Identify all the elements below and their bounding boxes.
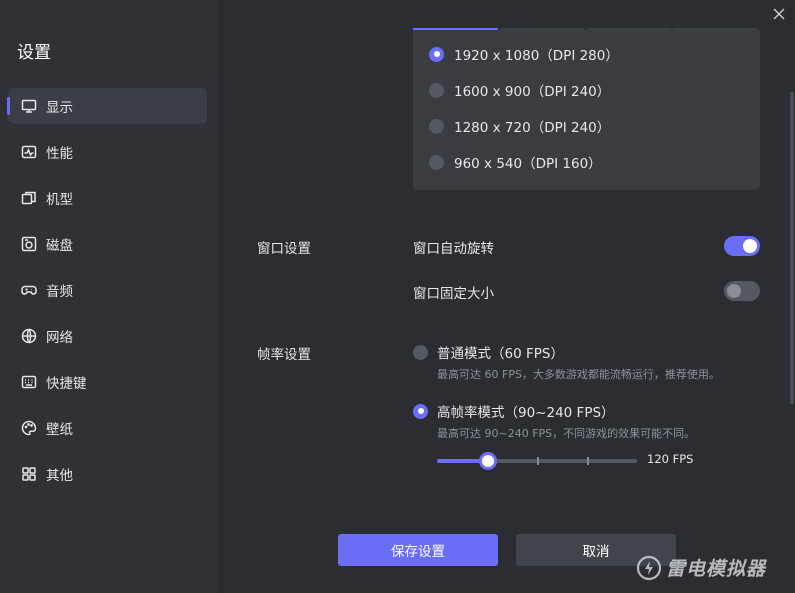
- resolution-option[interactable]: 1920 x 1080（DPI 280）: [429, 44, 619, 64]
- sidebar: 设置 显示 性能 机型 磁盘 音频 网络 快捷键 壁纸 其他: [0, 0, 217, 593]
- fps-slider-value: 120 FPS: [647, 452, 694, 466]
- grid-icon: [20, 465, 38, 483]
- sidebar-item-label: 网络: [46, 330, 73, 346]
- resolution-label: 1600 x 900（DPI 240）: [454, 84, 611, 100]
- resolution-option[interactable]: 1280 x 720（DPI 240）: [429, 116, 610, 136]
- radio-unselected[interactable]: [429, 154, 444, 170]
- fps-slider-tick: [587, 457, 589, 465]
- fps-slider[interactable]: [437, 452, 637, 470]
- high-fps-mode-option[interactable]: 高帧率模式（90~240 FPS）: [413, 401, 615, 421]
- close-icon: [773, 8, 785, 20]
- resolution-option[interactable]: 960 x 540（DPI 160）: [429, 152, 602, 172]
- sidebar-item-label: 音频: [46, 284, 73, 300]
- sidebar-item-label: 其他: [46, 468, 73, 484]
- gamepad-icon: [20, 281, 38, 299]
- sidebar-item-label: 快捷键: [46, 376, 87, 392]
- ldplayer-logo-icon: [636, 555, 662, 580]
- sidebar-item-audio[interactable]: 音频: [8, 272, 207, 308]
- device-model-icon: [20, 189, 38, 207]
- resolution-label: 1280 x 720（DPI 240）: [454, 120, 611, 136]
- fixed-size-toggle[interactable]: [724, 281, 760, 301]
- disk-icon: [20, 235, 38, 253]
- radio-selected[interactable]: [429, 46, 444, 62]
- sidebar-item-label: 显示: [46, 100, 73, 116]
- radio-unselected[interactable]: [413, 344, 428, 360]
- sidebar-item-network[interactable]: 网络: [8, 318, 207, 354]
- save-button[interactable]: 保存设置: [338, 534, 498, 566]
- resolution-option[interactable]: 1600 x 900（DPI 240）: [429, 80, 610, 100]
- sidebar-item-label: 机型: [46, 192, 73, 208]
- resolution-label: 1920 x 1080（DPI 280）: [454, 48, 619, 64]
- normal-mode-title: 普通模式（60 FPS）: [437, 346, 564, 362]
- performance-icon: [20, 143, 38, 161]
- resolution-panel: 1920 x 1080（DPI 280） 1600 x 900（DPI 240）…: [413, 30, 760, 190]
- close-button[interactable]: [771, 6, 787, 22]
- monitor-icon: [20, 97, 38, 115]
- window-settings-label: 窗口设置: [257, 241, 311, 257]
- fps-slider-tick: [537, 457, 539, 465]
- content-scrollbar[interactable]: [790, 92, 794, 404]
- high-fps-mode-description: 最高可达 90~240 FPS，不同游戏的效果可能不同。: [437, 427, 696, 440]
- sidebar-item-disk[interactable]: 磁盘: [8, 226, 207, 262]
- radio-unselected[interactable]: [429, 82, 444, 98]
- framerate-settings-label: 帧率设置: [257, 347, 311, 363]
- sidebar-item-model[interactable]: 机型: [8, 180, 207, 216]
- sidebar-item-performance[interactable]: 性能: [8, 134, 207, 170]
- auto-rotate-toggle[interactable]: [724, 236, 760, 256]
- palette-icon: [20, 419, 38, 437]
- brand-name: 雷电模拟器: [666, 558, 767, 580]
- radio-unselected[interactable]: [429, 118, 444, 134]
- sidebar-item-other[interactable]: 其他: [8, 456, 207, 492]
- keyboard-icon: [20, 373, 38, 391]
- normal-mode-option[interactable]: 普通模式（60 FPS）: [413, 342, 564, 362]
- radio-selected[interactable]: [413, 403, 428, 419]
- sidebar-item-display[interactable]: 显示: [7, 88, 207, 124]
- resolution-label: 960 x 540（DPI 160）: [454, 156, 602, 172]
- globe-icon: [20, 327, 38, 345]
- settings-title: 设置: [17, 43, 51, 63]
- sidebar-item-label: 壁纸: [46, 422, 73, 438]
- high-fps-mode-title: 高帧率模式（90~240 FPS）: [437, 405, 615, 421]
- sidebar-item-hotkeys[interactable]: 快捷键: [8, 364, 207, 400]
- sidebar-nav: 显示 性能 机型 磁盘 音频 网络 快捷键 壁纸 其他: [7, 88, 207, 502]
- fixed-size-label: 窗口固定大小: [413, 286, 494, 302]
- brand-logo: 雷电模拟器: [636, 554, 766, 581]
- normal-mode-description: 最高可达 60 FPS，大多数游戏都能流畅运行，推荐使用。: [437, 368, 720, 381]
- sidebar-item-label: 性能: [46, 146, 73, 162]
- sidebar-item-label: 磁盘: [46, 238, 73, 254]
- sidebar-item-wallpaper[interactable]: 壁纸: [8, 410, 207, 446]
- auto-rotate-label: 窗口自动旋转: [413, 241, 494, 257]
